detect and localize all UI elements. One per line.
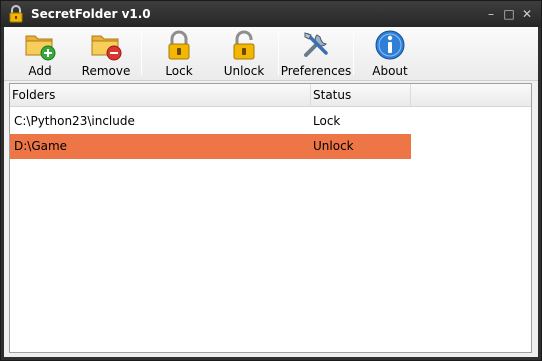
preferences-label: Preferences	[280, 64, 352, 78]
lock-label: Lock	[165, 64, 193, 78]
column-header-status[interactable]: Status	[311, 84, 411, 106]
add-button[interactable]: Add	[18, 29, 62, 79]
window-controls: – □ ✕	[483, 6, 535, 22]
table-row[interactable]: C:\Python23\include Lock	[10, 109, 411, 134]
minimize-button[interactable]: –	[483, 6, 499, 22]
title-bar[interactable]: SecretFolder v1.0 – □ ✕	[1, 1, 541, 27]
about-label: About	[372, 64, 408, 78]
about-button[interactable]: About	[370, 29, 410, 79]
window-title: SecretFolder v1.0	[31, 7, 151, 21]
close-button[interactable]: ✕	[519, 6, 535, 22]
info-icon	[375, 30, 405, 60]
list-header: Folders Status	[10, 84, 531, 107]
padlock-icon	[9, 5, 23, 23]
folder-path: D:\Game	[14, 139, 68, 153]
folder-remove-icon	[91, 35, 122, 61]
folder-path: C:\Python23\include	[14, 114, 135, 128]
maximize-button[interactable]: □	[501, 6, 517, 22]
add-label: Add	[28, 64, 52, 78]
toolbar-separator	[353, 33, 354, 75]
table-row[interactable]: D:\Game Unlock	[10, 134, 411, 159]
tools-icon	[304, 32, 328, 57]
folder-status: Lock	[313, 114, 341, 128]
lock-button[interactable]: Lock	[159, 29, 199, 79]
unlock-icon	[233, 30, 255, 60]
toolbar-separator	[141, 33, 142, 75]
client-area: Add Remove Lock Unlock Preferences About…	[4, 27, 538, 357]
remove-label: Remove	[81, 64, 131, 78]
folder-list[interactable]: Folders Status C:\Python23\include Lock …	[9, 83, 532, 353]
toolbar-separator	[278, 33, 279, 75]
unlock-button[interactable]: Unlock	[222, 29, 266, 79]
folder-add-icon	[25, 35, 56, 61]
toolbar: Add Remove Lock Unlock Preferences About	[4, 27, 538, 81]
preferences-button[interactable]: Preferences	[281, 29, 351, 79]
app-window: SecretFolder v1.0 – □ ✕ Add Remove Lock …	[0, 0, 542, 361]
column-header-folders[interactable]: Folders	[10, 84, 311, 106]
remove-button[interactable]: Remove	[79, 29, 133, 79]
folder-status: Unlock	[313, 139, 354, 153]
lock-icon	[168, 30, 190, 60]
unlock-label: Unlock	[223, 64, 265, 78]
